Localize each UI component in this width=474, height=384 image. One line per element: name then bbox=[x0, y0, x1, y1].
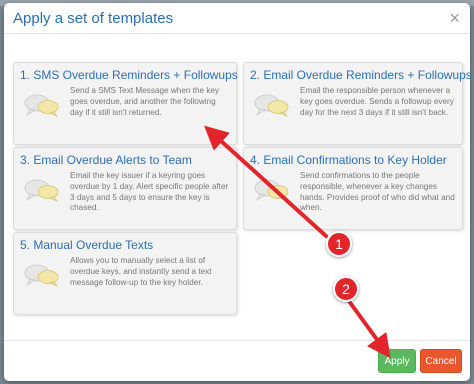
annotation-marker-1: 1 bbox=[326, 231, 352, 257]
annotation-marker-2: 2 bbox=[333, 276, 359, 302]
arrow-2 bbox=[344, 295, 391, 359]
arrow-1 bbox=[204, 125, 328, 238]
annotation-arrows bbox=[204, 125, 391, 359]
